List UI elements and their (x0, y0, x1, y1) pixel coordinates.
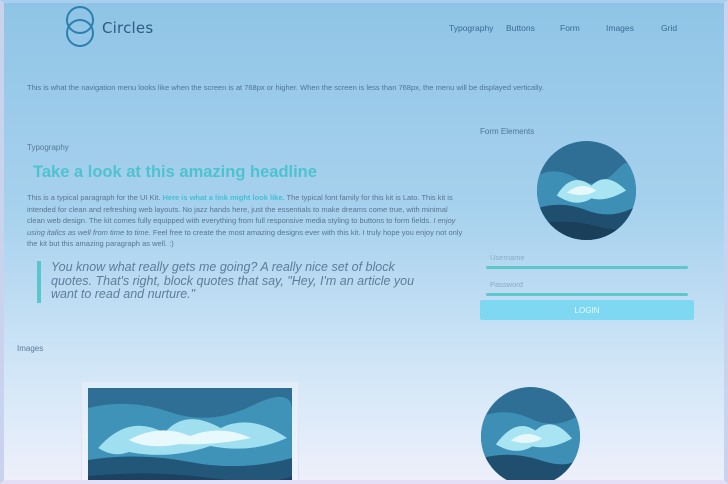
wave-circle-image (537, 141, 636, 240)
username-input[interactable] (486, 249, 688, 266)
nav-item-buttons[interactable]: Buttons (506, 23, 535, 33)
body-paragraph: This is a typical paragraph for the UI K… (27, 192, 467, 250)
username-underline (486, 266, 688, 269)
wave-rect-image (88, 388, 292, 484)
nav-item-form[interactable]: Form (560, 23, 580, 33)
nav-description: This is what the navigation menu looks l… (27, 83, 544, 92)
login-button[interactable]: LOGIN (480, 300, 694, 320)
brand-name[interactable]: Circles (102, 19, 153, 37)
password-underline (486, 293, 688, 296)
page-headline: Take a look at this amazing headline (33, 163, 317, 181)
nav-item-images[interactable]: Images (606, 23, 634, 33)
typography-section-label: Typography (27, 143, 69, 152)
image-frame (81, 381, 299, 484)
wave-circle-image-large (481, 387, 580, 484)
form-section-label: Form Elements (480, 127, 535, 136)
nav-item-typography[interactable]: Typography (449, 23, 493, 33)
block-quote: You know what really gets me going? A re… (37, 260, 437, 303)
password-field[interactable] (486, 274, 688, 296)
paragraph-link[interactable]: Here is what a link might look like. (162, 193, 284, 202)
username-field[interactable] (486, 247, 688, 269)
password-input[interactable] (486, 276, 688, 293)
paragraph-text: This is a typical paragraph for the UI K… (27, 193, 163, 202)
images-section-label: Images (17, 344, 44, 353)
nav-item-grid[interactable]: Grid (661, 23, 677, 33)
